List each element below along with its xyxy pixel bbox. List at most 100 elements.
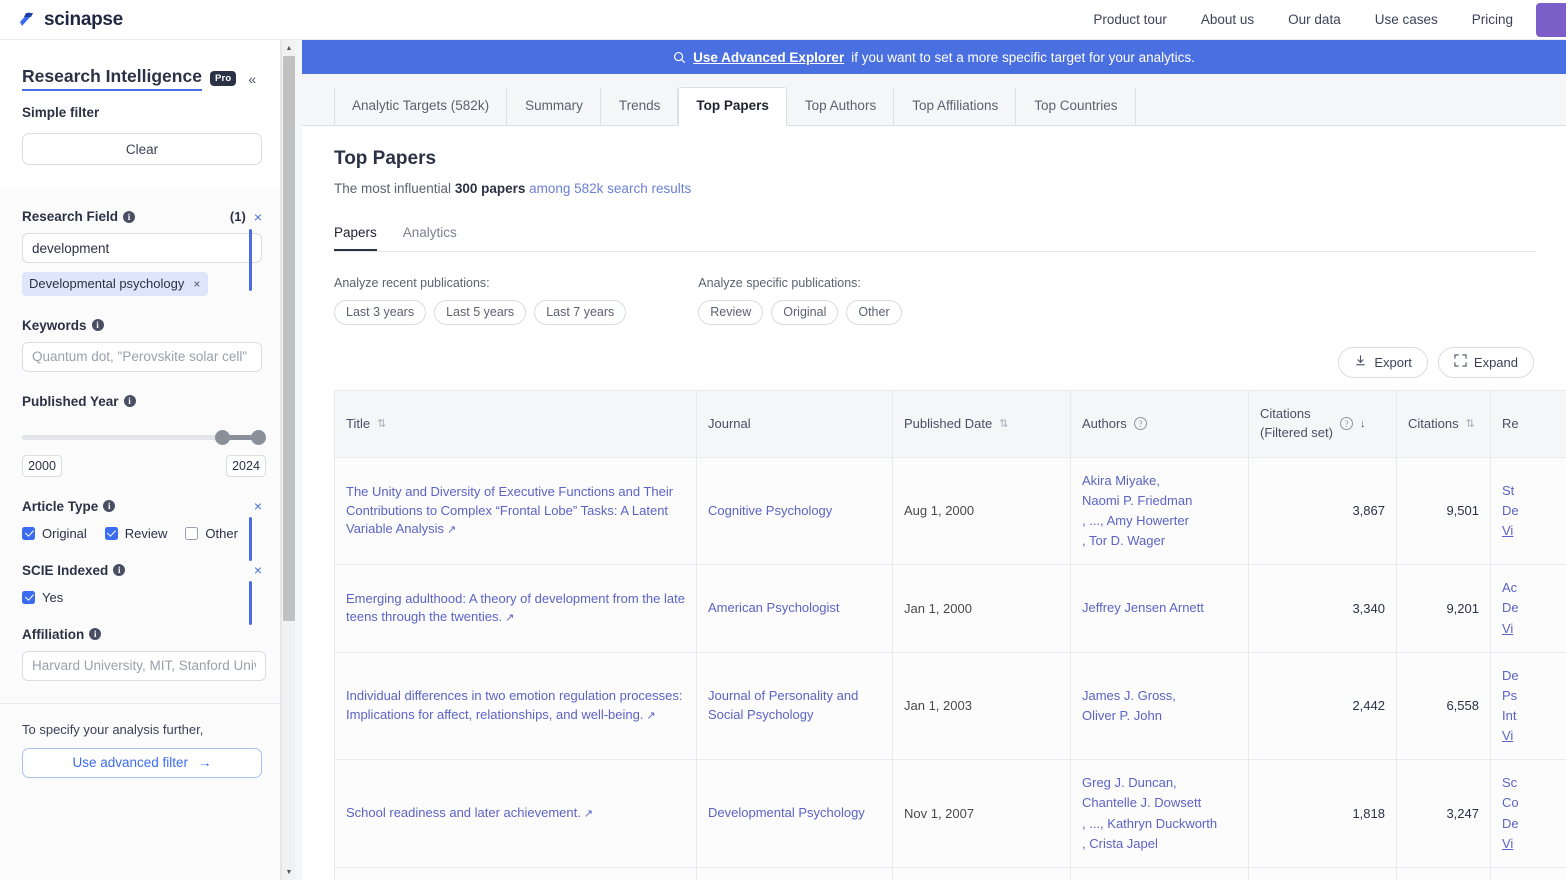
author-line[interactable]: Greg J. Duncan, [1082,773,1237,793]
cell-authors[interactable]: Kim L. Gratz, Lizabeth Roemer [1071,867,1249,880]
expand-button[interactable]: Expand [1438,347,1534,378]
signup-cta-button[interactable] [1536,3,1566,37]
checkbox-original[interactable]: Original [22,526,87,541]
external-link-icon[interactable]: ↗ [646,710,655,722]
research-field-input[interactable] [22,233,262,263]
keywords-input[interactable] [22,342,262,372]
scroll-down-arrow-icon[interactable]: ▼ [282,865,296,879]
author-line[interactable]: Oliver P. John [1082,706,1237,726]
ref-view-link[interactable]: Vi [1502,726,1566,746]
paper-title-link[interactable]: Individual differences in two emotion re… [346,688,683,722]
ref-view-link[interactable]: Vi [1502,521,1566,541]
table-row[interactable]: Multidimensional Assessment of Emotion R… [335,867,1566,880]
clear-filters-button[interactable]: Clear [22,133,262,165]
cell-journal[interactable]: Journal of Psychopathology and Behaviora… [697,867,893,880]
author-line[interactable]: Akira Miyake, [1082,471,1237,491]
advanced-explorer-banner[interactable]: Use Advanced Explorer if you want to set… [302,40,1566,74]
ref-view-link[interactable]: Vi [1502,619,1566,639]
pill-other[interactable]: Other [846,300,901,325]
scroll-up-arrow-icon[interactable]: ▲ [282,41,296,55]
external-link-icon[interactable]: ↗ [505,612,514,624]
paper-title-link[interactable]: The Unity and Diversity of Executive Fun… [346,484,673,537]
info-icon[interactable]: i [123,211,135,223]
sidebar-scrollbar[interactable]: ▲ ▼ [281,40,295,880]
checkbox-box[interactable] [105,527,118,540]
table-row[interactable]: The Unity and Diversity of Executive Fun… [335,457,1566,565]
column-header-citations[interactable]: Citations ⇅ [1397,391,1491,458]
help-icon[interactable]: ? [1340,417,1353,430]
cell-journal[interactable]: American Psychologist [697,565,893,652]
info-icon[interactable]: i [124,395,136,407]
cell-journal[interactable]: Journal of Personality and Social Psycho… [697,652,893,760]
checkbox-review[interactable]: Review [105,526,168,541]
collapse-sidebar-icon[interactable]: « [248,71,256,87]
sort-toggle-icon[interactable]: ⇅ [1466,417,1473,430]
author-line[interactable]: Naomi P. Friedman [1082,491,1237,511]
paper-title-link[interactable]: School readiness and later achievement. [346,805,581,820]
paper-title-link[interactable]: Emerging adulthood: A theory of developm… [346,591,685,625]
author-line[interactable]: , ..., Kathryn Duckworth [1082,814,1237,834]
subtab-analytics[interactable]: Analytics [403,225,457,251]
nav-link-about-us[interactable]: About us [1184,0,1271,40]
table-row[interactable]: Emerging adulthood: A theory of developm… [335,565,1566,652]
tab-summary[interactable]: Summary [507,87,601,125]
column-header-references[interactable]: Re [1491,391,1566,458]
column-header-citations-filtered[interactable]: Citations (Filtered set) ? ↓ [1249,391,1397,458]
ref-view-link[interactable]: Vi [1502,834,1566,854]
help-icon[interactable]: ? [1134,417,1147,430]
nav-link-pricing[interactable]: Pricing [1455,0,1530,40]
checkbox-scie-yes[interactable]: Yes [22,590,63,605]
tab-trends[interactable]: Trends [601,87,679,125]
export-button[interactable]: Export [1338,347,1428,378]
advanced-explorer-link[interactable]: Use Advanced Explorer [693,50,844,65]
subtab-papers[interactable]: Papers [334,225,377,251]
info-icon[interactable]: i [113,564,125,576]
author-line[interactable]: Jeffrey Jensen Arnett [1082,598,1237,618]
checkbox-box[interactable] [22,527,35,540]
checkbox-box[interactable] [22,591,35,604]
slider-knob-min[interactable] [215,430,230,445]
cell-journal[interactable]: Developmental Psychology [697,760,893,868]
tab-analytic-targets[interactable]: Analytic Targets (582k) [334,87,507,125]
cell-authors[interactable]: James J. Gross, Oliver P. John [1071,652,1249,760]
year-to-box[interactable]: 2024 [226,455,266,477]
research-field-chip[interactable]: Developmental psychology × [22,272,208,296]
brand-logo[interactable]: scinapse [0,9,123,31]
tab-top-affiliations[interactable]: Top Affiliations [894,87,1016,125]
column-header-title[interactable]: Title ⇅ [335,391,697,458]
column-header-published-date[interactable]: Published Date ⇅ [893,391,1071,458]
pill-review[interactable]: Review [698,300,763,325]
slider-knob-max[interactable] [251,430,266,445]
pill-last-7-years[interactable]: Last 7 years [534,300,626,325]
author-line[interactable]: , Crista Japel [1082,834,1237,854]
column-header-journal[interactable]: Journal [697,391,893,458]
article-type-clear-icon[interactable]: × [254,499,262,513]
pill-last-3-years[interactable]: Last 3 years [334,300,426,325]
cell-authors[interactable]: Greg J. Duncan, Chantelle J. Dowsett , .… [1071,760,1249,868]
affiliation-input[interactable] [22,651,266,681]
info-icon[interactable]: i [89,628,101,640]
tab-top-authors[interactable]: Top Authors [787,87,894,125]
cell-authors[interactable]: Akira Miyake, Naomi P. Friedman , ..., A… [1071,457,1249,565]
scrollbar-thumb[interactable] [283,56,295,621]
pill-original[interactable]: Original [771,300,838,325]
sort-descending-icon[interactable]: ↓ [1360,418,1366,430]
scie-clear-icon[interactable]: × [254,563,262,577]
author-line[interactable]: , ..., Amy Howerter [1082,511,1237,531]
sort-toggle-icon[interactable]: ⇅ [377,417,384,430]
chip-remove-icon[interactable]: × [193,277,200,291]
nav-link-product-tour[interactable]: Product tour [1076,0,1184,40]
published-year-slider[interactable] [22,429,266,445]
external-link-icon[interactable]: ↗ [584,808,593,820]
checkbox-other[interactable]: Other [185,526,238,541]
checkbox-box[interactable] [185,527,198,540]
cell-authors[interactable]: Jeffrey Jensen Arnett [1071,565,1249,652]
research-field-clear-icon[interactable]: × [254,210,262,224]
external-link-icon[interactable]: ↗ [447,524,456,536]
nav-link-our-data[interactable]: Our data [1271,0,1358,40]
use-advanced-filter-button[interactable]: Use advanced filter → [22,748,262,778]
author-line[interactable]: James J. Gross, [1082,686,1237,706]
sort-toggle-icon[interactable]: ⇅ [999,417,1006,430]
nav-link-use-cases[interactable]: Use cases [1358,0,1455,40]
year-from-box[interactable]: 2000 [22,455,62,477]
